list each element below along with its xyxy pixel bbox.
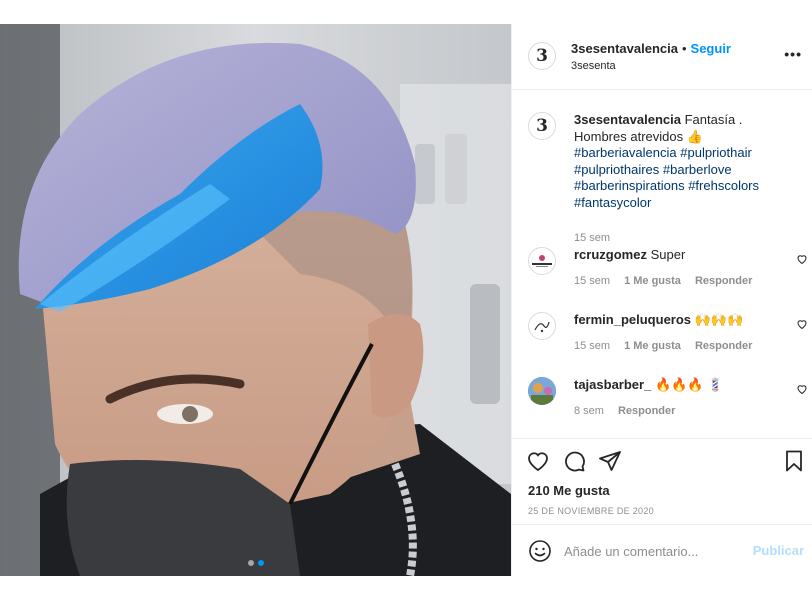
- like-comment-heart-icon[interactable]: [796, 253, 808, 265]
- hashtag-link[interactable]: #pulpriothaires: [574, 162, 659, 177]
- carousel-dot-active: [257, 560, 264, 566]
- comment-item: rcruzgomez Super 15 sem 1 Me gusta Respond…: [528, 247, 807, 297]
- carousel-indicator: [0, 560, 511, 566]
- reply-button[interactable]: Responder: [618, 405, 675, 417]
- photo-avatar-icon: [528, 377, 556, 405]
- carousel-dot: [247, 560, 254, 566]
- add-comment-bar: Publicar: [512, 524, 812, 576]
- reply-button[interactable]: Responder: [695, 340, 752, 352]
- comment-time[interactable]: 15 sem: [574, 275, 610, 287]
- comment-text: Super: [650, 247, 686, 262]
- comment-text-row: tajasbarber_ 🔥🔥🔥 💈: [574, 377, 723, 393]
- brand-logo-avatar-icon: [532, 255, 552, 267]
- hashtag-link[interactable]: #pulpriothair: [680, 145, 752, 160]
- publish-button[interactable]: Publicar: [753, 543, 804, 558]
- comments-list[interactable]: 3 3sesentavalencia Fantasía . Hombres at…: [512, 90, 812, 438]
- reply-button[interactable]: Responder: [695, 275, 752, 287]
- post-date[interactable]: 25 DE NOVIEMBRE DE 2020: [528, 506, 654, 516]
- comment-meta: 8 sem Responder: [574, 405, 675, 417]
- brand-logo-icon: 3: [536, 115, 548, 136]
- barber-photo-illustration: [0, 24, 511, 576]
- caption-text-block: 3sesentavalencia Fantasía . Hombres atre…: [574, 112, 798, 211]
- author-username[interactable]: 3sesentavalencia: [571, 41, 678, 56]
- caption-avatar[interactable]: 3: [528, 112, 556, 140]
- like-heart-icon[interactable]: [526, 449, 550, 473]
- comment-likes[interactable]: 1 Me gusta: [624, 275, 681, 287]
- comment-text: 🙌🙌🙌: [694, 312, 744, 327]
- post-photo[interactable]: [0, 24, 511, 576]
- commenter-avatar[interactable]: [528, 312, 556, 340]
- author-subtitle: 3sesenta: [571, 60, 616, 72]
- comment-bubble-icon[interactable]: [562, 449, 586, 473]
- follow-button[interactable]: Seguir: [691, 41, 731, 56]
- comment-text-row: fermin_peluqueros 🙌🙌🙌: [574, 312, 743, 328]
- sketch-logo-avatar-icon: [534, 321, 550, 333]
- comment-username[interactable]: rcruzgomez: [574, 247, 647, 262]
- more-options-button[interactable]: •••: [784, 46, 802, 62]
- post-side-panel: 3 3sesentavalencia • Seguir 3sesenta ••• 3…: [511, 24, 812, 576]
- add-comment-input[interactable]: [564, 538, 744, 564]
- hashtag-link[interactable]: #frehscolors: [688, 178, 759, 193]
- instagram-post: 3 3sesentavalencia • Seguir 3sesenta ••• 3…: [0, 24, 812, 576]
- comment-time[interactable]: 15 sem: [574, 340, 610, 352]
- author-row: 3sesentavalencia • Seguir: [571, 41, 731, 56]
- comment-likes[interactable]: 1 Me gusta: [624, 340, 681, 352]
- comment-meta: 15 sem 1 Me gusta Responder: [574, 340, 752, 352]
- hashtag-link[interactable]: #barberlove: [663, 162, 732, 177]
- author-avatar[interactable]: 3: [528, 42, 556, 70]
- share-paper-plane-icon[interactable]: [598, 449, 622, 473]
- post-actions: 210 Me gusta 25 DE NOVIEMBRE DE 2020: [512, 438, 812, 524]
- emoji-icon[interactable]: [528, 539, 552, 563]
- like-comment-heart-icon[interactable]: [796, 383, 808, 395]
- hashtag-link[interactable]: #barberiavalencia: [574, 145, 677, 160]
- commenter-avatar[interactable]: [528, 247, 556, 275]
- commenter-avatar[interactable]: [528, 377, 556, 405]
- hashtag-link[interactable]: #barberinspirations: [574, 178, 685, 193]
- comment-meta: 15 sem 1 Me gusta Responder: [574, 275, 752, 287]
- caption-time[interactable]: 15 sem: [574, 232, 610, 244]
- hashtag-link[interactable]: #fantasycolor: [574, 195, 651, 210]
- separator-dot: •: [681, 41, 687, 56]
- comment-username[interactable]: tajasbarber_: [574, 377, 651, 392]
- comment-text: 🔥🔥🔥 💈: [654, 377, 724, 392]
- post-header: 3 3sesentavalencia • Seguir 3sesenta •••: [512, 24, 812, 90]
- like-comment-heart-icon[interactable]: [796, 318, 808, 330]
- save-bookmark-icon[interactable]: [782, 449, 806, 473]
- comment-username[interactable]: fermin_peluqueros: [574, 312, 691, 327]
- comment-item: fermin_peluqueros 🙌🙌🙌 15 sem 1 Me gusta Re…: [528, 312, 807, 362]
- comment-time[interactable]: 8 sem: [574, 405, 604, 417]
- caption-username[interactable]: 3sesentavalencia: [574, 112, 681, 127]
- brand-logo-icon: 3: [536, 45, 548, 66]
- comment-text-row: rcruzgomez Super: [574, 247, 685, 262]
- comment-item: tajasbarber_ 🔥🔥🔥 💈 8 sem Responder: [528, 377, 807, 427]
- likes-count[interactable]: 210 Me gusta: [528, 483, 610, 498]
